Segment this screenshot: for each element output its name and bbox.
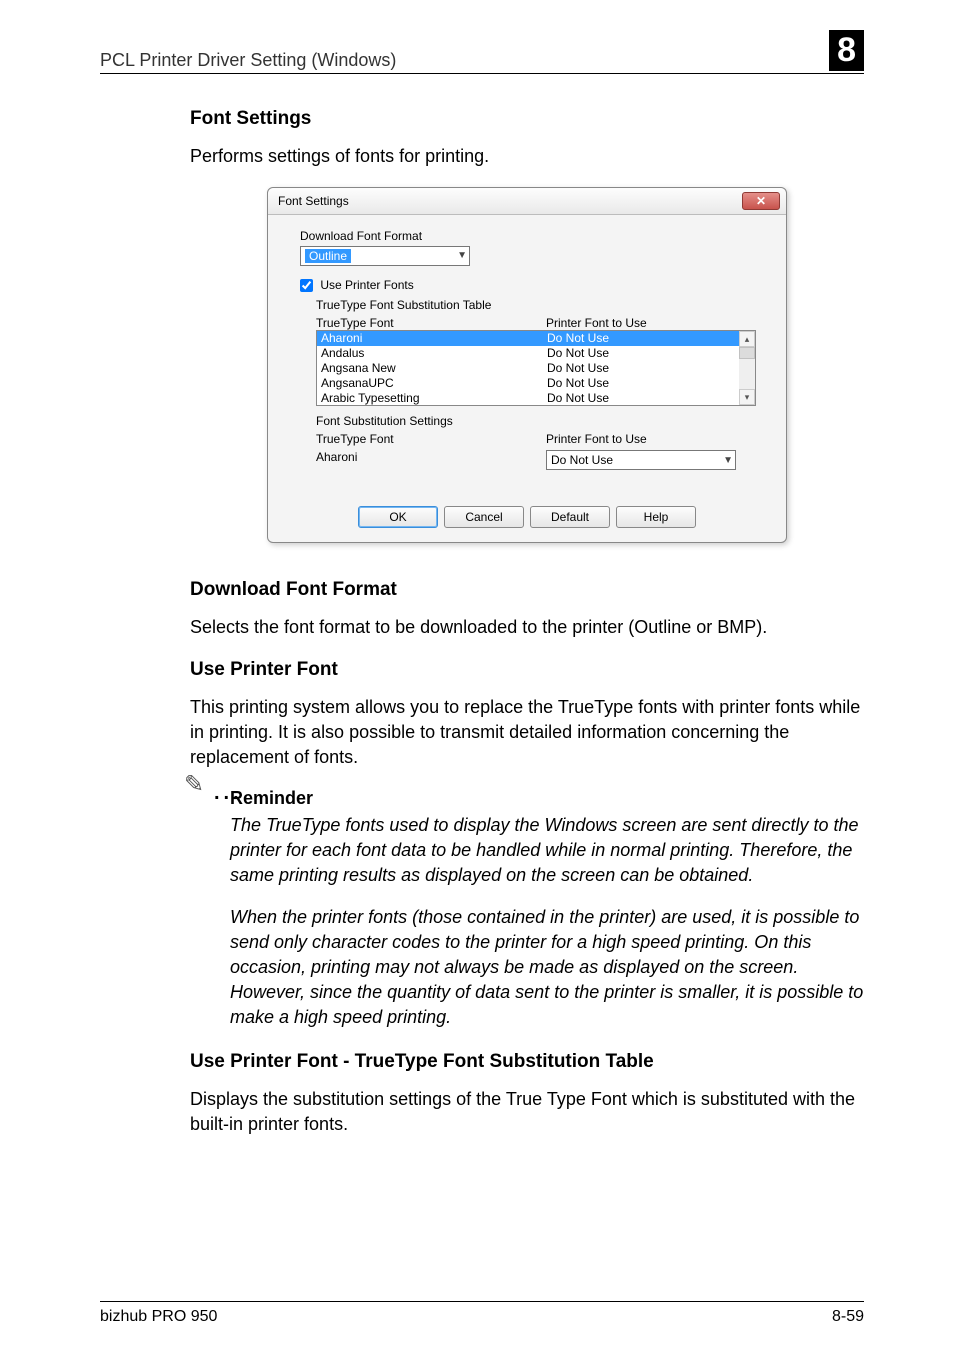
help-button[interactable]: Help	[616, 506, 696, 528]
use-printer-fonts-label: Use Printer Fonts	[320, 278, 413, 292]
table-cell-use: Do Not Use	[547, 361, 751, 376]
subst-truetype-font-value: Aharoni	[316, 450, 546, 470]
table-cell-font: Andalus	[321, 346, 547, 361]
table-row[interactable]: AharoniDo Not Use	[317, 331, 755, 346]
subst-printer-font-value: Do Not Use	[551, 453, 613, 467]
note-icon: ✎	[184, 770, 204, 799]
table-header: TrueType Font Printer Font to Use	[316, 316, 760, 330]
subst-col2-label: Printer Font to Use	[546, 432, 760, 446]
scroll-up-button[interactable]: ▴	[739, 331, 755, 347]
download-font-format-body: Selects the font format to be downloaded…	[190, 615, 864, 640]
table-row[interactable]: Angsana NewDo Not Use	[317, 361, 755, 376]
table-cell-font: AngsanaUPC	[321, 376, 547, 391]
font-substitution-settings-label: Font Substitution Settings	[316, 414, 760, 428]
font-settings-dialog: Font Settings ✕ Download Font Format Out…	[267, 187, 787, 543]
footer-right: 8-59	[832, 1308, 864, 1326]
reminder-paragraph-1: The TrueType fonts used to display the W…	[230, 813, 864, 889]
scroll-down-button[interactable]: ▾	[739, 389, 755, 405]
chevron-down-icon: ▼	[723, 455, 733, 466]
table-row[interactable]: AngsanaUPCDo Not Use	[317, 376, 755, 391]
chevron-down-icon: ▼	[457, 250, 467, 261]
page-footer: bizhub PRO 950 8-59	[100, 1301, 864, 1326]
reminder-heading: Reminder	[230, 788, 864, 809]
table-row[interactable]: Arabic TypesettingDo Not Use	[317, 391, 755, 406]
reminder-paragraph-2: When the printer fonts (those contained …	[230, 905, 864, 1031]
substitution-table-label: TrueType Font Substitution Table	[316, 298, 760, 312]
dialog-titlebar: Font Settings ✕	[268, 188, 786, 215]
header-title: PCL Printer Driver Setting (Windows)	[100, 50, 396, 71]
default-button[interactable]: Default	[530, 506, 610, 528]
download-font-format-heading: Download Font Format	[190, 579, 864, 601]
close-icon: ✕	[756, 194, 766, 208]
table-cell-font: Arabic Typesetting	[321, 391, 547, 406]
page-header: PCL Printer Driver Setting (Windows) 8	[100, 30, 864, 74]
download-font-format-select[interactable]: Outline ▼	[300, 246, 470, 266]
dialog-title-text: Font Settings	[278, 194, 349, 208]
table-cell-use: Do Not Use	[547, 331, 751, 346]
ok-button[interactable]: OK	[358, 506, 438, 528]
subst-col1-label: TrueType Font	[316, 432, 546, 446]
table-row[interactable]: AndalusDo Not Use	[317, 346, 755, 361]
close-button[interactable]: ✕	[742, 192, 780, 210]
use-printer-font-heading: Use Printer Font	[190, 659, 864, 681]
download-font-format-label: Download Font Format	[300, 229, 760, 243]
table-cell-use: Do Not Use	[547, 376, 751, 391]
listbox-scrollbar[interactable]: ▴ ▾	[739, 331, 755, 405]
cancel-button[interactable]: Cancel	[444, 506, 524, 528]
download-font-format-value: Outline	[305, 249, 351, 263]
dialog-button-row: OK Cancel Default Help	[268, 476, 786, 542]
use-printer-fonts-checkbox-row: Use Printer Fonts	[300, 278, 760, 292]
footer-left: bizhub PRO 950	[100, 1308, 217, 1326]
table-cell-font: Angsana New	[321, 361, 547, 376]
font-settings-intro: Performs settings of fonts for printing.	[190, 144, 864, 169]
subst-printer-font-select[interactable]: Do Not Use ▼	[546, 450, 736, 470]
table-cell-use: Do Not Use	[547, 391, 751, 406]
table-cell-font: Aharoni	[321, 331, 547, 346]
table-header-col2: Printer Font to Use	[546, 316, 760, 330]
substitution-table-listbox[interactable]: AharoniDo Not UseAndalusDo Not UseAngsan…	[316, 330, 756, 406]
table-cell-use: Do Not Use	[547, 346, 751, 361]
scroll-thumb[interactable]	[739, 347, 755, 359]
subst-table-body: Displays the substitution settings of th…	[190, 1087, 864, 1137]
subst-table-heading: Use Printer Font - TrueType Font Substit…	[190, 1051, 864, 1073]
reminder-block: ✎ ... Reminder The TrueType fonts used t…	[190, 788, 864, 1031]
font-settings-heading: Font Settings	[190, 108, 864, 130]
note-dots: ...	[214, 782, 243, 805]
use-printer-fonts-checkbox[interactable]	[300, 279, 313, 292]
font-settings-dialog-screenshot: Font Settings ✕ Download Font Format Out…	[190, 187, 864, 543]
table-header-col1: TrueType Font	[316, 316, 546, 330]
header-chapter-number: 8	[829, 30, 864, 71]
use-printer-font-body: This printing system allows you to repla…	[190, 695, 864, 771]
